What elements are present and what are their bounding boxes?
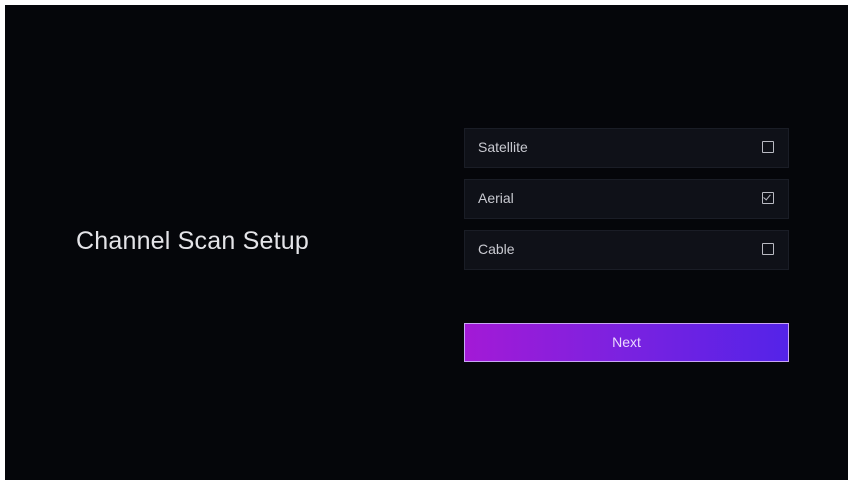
scan-type-options: Satellite Aerial Cable bbox=[464, 128, 789, 281]
checkbox-unchecked-icon[interactable] bbox=[762, 243, 774, 255]
checkmark-icon bbox=[763, 192, 771, 201]
checkbox-unchecked-icon[interactable] bbox=[762, 141, 774, 153]
option-label: Satellite bbox=[478, 139, 528, 155]
tv-screen: Channel Scan Setup Satellite Aerial Cabl… bbox=[5, 5, 848, 480]
option-label: Cable bbox=[478, 241, 515, 257]
option-satellite[interactable]: Satellite bbox=[464, 128, 789, 168]
page-title: Channel Scan Setup bbox=[76, 227, 309, 255]
option-cable[interactable]: Cable bbox=[464, 230, 789, 270]
option-aerial[interactable]: Aerial bbox=[464, 179, 789, 219]
next-button[interactable]: Next bbox=[464, 323, 789, 362]
option-label: Aerial bbox=[478, 190, 514, 206]
checkbox-checked-icon[interactable] bbox=[762, 192, 774, 204]
